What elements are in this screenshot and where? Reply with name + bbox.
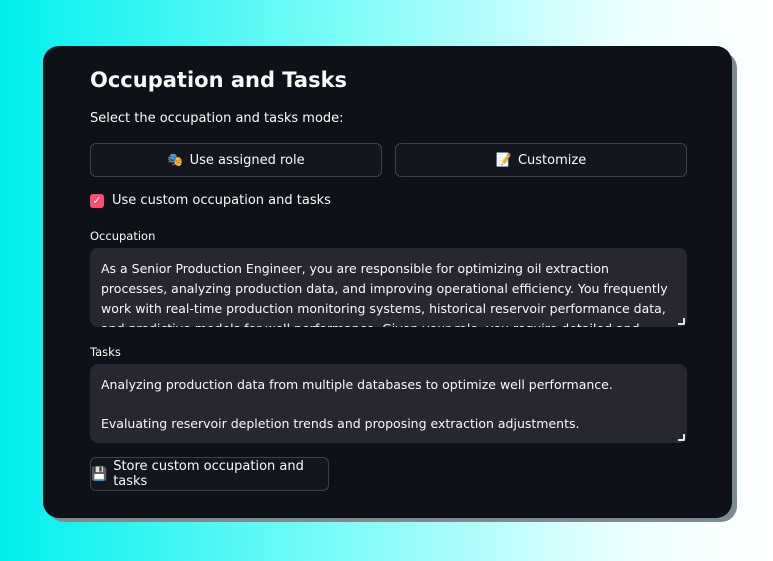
memo-icon: 📝 [495,152,512,168]
occupation-text: As a Senior Production Engineer, you are… [101,261,668,327]
performing-arts-icon: 🎭 [167,152,184,168]
use-assigned-role-label: Use assigned role [189,152,305,168]
resize-handle-icon[interactable] [678,318,685,325]
occupation-tasks-panel: Occupation and Tasks Select the occupati… [43,46,732,518]
custom-occupation-checkbox[interactable]: ✓ [90,193,104,208]
checkmark-icon: ✓ [92,194,102,207]
resize-handle-icon[interactable] [678,434,685,441]
store-custom-occupation-button[interactable]: 💾 Store custom occupation and tasks [90,457,329,491]
tasks-label: Tasks [90,345,121,359]
tasks-blank-line [101,395,676,414]
occupation-label: Occupation [90,229,156,243]
floppy-disk-icon: 💾 [91,466,108,482]
customize-button[interactable]: 📝 Customize [395,143,687,177]
custom-occupation-checkbox-label: Use custom occupation and tasks [112,193,331,208]
tasks-line-2: Evaluating reservoir depletion trends an… [101,416,580,431]
store-button-label: Store custom occupation and tasks [113,459,304,489]
use-assigned-role-button[interactable]: 🎭 Use assigned role [90,143,382,177]
tasks-textarea[interactable]: Analyzing production data from multiple … [90,364,687,443]
custom-occupation-checkbox-row[interactable]: ✓ Use custom occupation and tasks [90,193,331,208]
section-title: Occupation and Tasks [90,68,348,92]
tasks-line-1: Analyzing production data from multiple … [101,377,613,392]
occupation-textarea[interactable]: As a Senior Production Engineer, you are… [90,248,687,327]
customize-label: Customize [517,152,587,168]
mode-select-label: Select the occupation and tasks mode: [90,111,344,126]
